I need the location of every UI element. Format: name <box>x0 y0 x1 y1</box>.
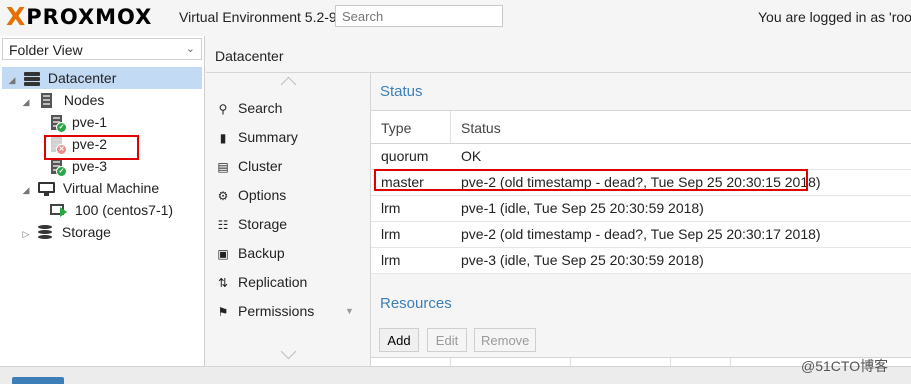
menu-item-label: Storage <box>238 216 288 232</box>
menu-item-label: Search <box>238 100 283 116</box>
collapse-icon[interactable]: ◢ <box>20 91 32 113</box>
resource-tree-panel: Folder View ⌄ ◢ Datacenter ◢ Nodes ✓ pve-… <box>0 36 205 366</box>
gear-icon: ⚙ <box>217 189 229 203</box>
table-row[interactable]: lrm pve-3 (idle, Tue Sep 25 20:30:59 2018… <box>371 248 911 274</box>
page-title: Datacenter <box>215 48 284 64</box>
tree-item-node[interactable]: ✓ pve-1 <box>50 111 108 134</box>
cell-status: pve-2 (old timestamp - dead?, Tue Sep 25… <box>461 226 821 242</box>
cell-type: lrm <box>381 200 401 216</box>
cell-status: pve-3 (idle, Tue Sep 25 20:30:59 2018) <box>461 252 704 268</box>
menu-item-label: Permissions <box>238 303 315 319</box>
view-selector[interactable]: Folder View ⌄ <box>2 38 202 60</box>
menu-item-cluster[interactable]: ▤ Cluster <box>216 155 282 177</box>
tree-item-label: Virtual Machine <box>62 180 160 196</box>
chevron-down-icon[interactable]: ⌄ <box>186 42 195 55</box>
logo-text: PROXMOX <box>26 5 153 29</box>
status-panel-title: Status <box>380 83 423 100</box>
watermark: @51CTO博客 <box>801 358 889 374</box>
datacenter-menu: ⚲ Search ▮ Summary ▤ Cluster ⚙ Options ☷ Stor… <box>206 73 371 366</box>
menu-item-label: Cluster <box>238 158 283 174</box>
tree-item-datacenter[interactable]: ◢ Datacenter <box>2 67 202 89</box>
view-selector-value: Folder View <box>9 42 83 58</box>
datacenter-icon <box>23 72 40 87</box>
menu-item-label: Summary <box>238 129 298 145</box>
menu-item-backup[interactable]: ▣ Backup <box>216 242 285 264</box>
vm-running-icon <box>50 204 67 218</box>
menu-item-permissions[interactable]: ⚑ Permissions ▼ <box>216 300 354 322</box>
cell-type: quorum <box>381 148 429 164</box>
table-row[interactable]: lrm pve-2 (old timestamp - dead?, Tue Sep… <box>371 222 911 248</box>
highlight-box <box>44 135 139 160</box>
proxmox-logo[interactable]: X PROXMOX <box>6 4 152 30</box>
expand-submenu-icon[interactable]: ▼ <box>345 300 354 322</box>
tree-item-label: 100 (centos7-1) <box>75 202 174 218</box>
log-panel-bar <box>0 366 911 384</box>
highlight-box <box>374 169 808 191</box>
folder-nodes-icon <box>40 93 54 109</box>
search-icon: ⚲ <box>218 102 228 116</box>
tree-item-label: pve-3 <box>72 158 108 174</box>
tree-item-label: Datacenter <box>47 70 117 86</box>
version-label: Virtual Environment 5.2-9 <box>179 9 337 25</box>
unlock-icon: ⚑ <box>217 305 229 319</box>
node-online-icon: ✓ <box>50 115 67 134</box>
tree-item-label: Nodes <box>63 92 105 108</box>
tree-item-label: Storage <box>61 224 111 240</box>
table-row[interactable]: quorum OK <box>371 144 911 170</box>
expand-icon[interactable]: ▷ <box>20 223 32 245</box>
tree-item-nodes[interactable]: ◢ Nodes <box>20 89 104 111</box>
database-icon <box>37 225 52 241</box>
content-area: Status Type Status quorum OK master pve-2 … <box>371 73 911 367</box>
cell-status: OK <box>461 148 482 164</box>
menu-item-replication[interactable]: ⇅ Replication <box>216 271 307 293</box>
book-icon: ▮ <box>219 131 227 145</box>
menu-item-label: Backup <box>238 245 285 261</box>
cell-type: lrm <box>381 252 401 268</box>
tree-item-virtual-machine[interactable]: ◢ Virtual Machine <box>20 177 159 199</box>
resources-panel-title: Resources <box>380 295 452 312</box>
main-header: Datacenter <box>206 36 911 73</box>
remove-button[interactable]: Remove <box>474 328 536 352</box>
monitor-icon <box>37 182 55 197</box>
scroll-up-icon[interactable] <box>280 76 297 93</box>
database-icon: ☷ <box>217 218 229 232</box>
server-icon: ▤ <box>217 160 229 174</box>
cell-status: pve-1 (idle, Tue Sep 25 20:30:59 2018) <box>461 200 704 216</box>
menu-item-label: Replication <box>238 274 308 290</box>
column-header-status[interactable]: Status <box>461 120 501 136</box>
tree-item-vm[interactable]: 100 (centos7-1) <box>50 199 173 221</box>
add-button[interactable]: Add <box>379 328 419 352</box>
node-online-icon: ✓ <box>50 159 67 178</box>
tree-item-storage[interactable]: ▷ Storage <box>20 221 111 243</box>
status-grid: Type Status quorum OK master pve-2 (old ti… <box>371 110 911 274</box>
edit-button[interactable]: Edit <box>427 328 467 352</box>
collapse-icon[interactable]: ◢ <box>6 69 18 91</box>
menu-item-summary[interactable]: ▮ Summary <box>216 126 298 148</box>
table-row[interactable]: lrm pve-1 (idle, Tue Sep 25 20:30:59 2018… <box>371 196 911 222</box>
grid-header: Type Status <box>371 111 911 144</box>
search-input[interactable] <box>335 5 503 27</box>
scroll-down-icon[interactable] <box>280 343 297 360</box>
column-divider[interactable] <box>450 111 451 143</box>
tree-item-label: pve-1 <box>72 114 108 130</box>
collapse-icon[interactable]: ◢ <box>20 179 32 201</box>
menu-item-storage[interactable]: ☷ Storage <box>216 213 287 235</box>
logged-in-label: You are logged in as 'root@ <box>758 9 911 25</box>
top-bar: X PROXMOX Virtual Environment 5.2-9 You … <box>0 0 911 36</box>
floppy-icon: ▣ <box>217 247 229 261</box>
menu-item-options[interactable]: ⚙ Options <box>216 184 287 206</box>
column-header-type[interactable]: Type <box>381 120 411 136</box>
cell-type: lrm <box>381 226 401 242</box>
menu-item-label: Options <box>238 187 287 203</box>
retweet-icon: ⇅ <box>217 276 229 290</box>
menu-item-search[interactable]: ⚲ Search <box>216 97 283 119</box>
logo-mark: X <box>6 2 26 31</box>
